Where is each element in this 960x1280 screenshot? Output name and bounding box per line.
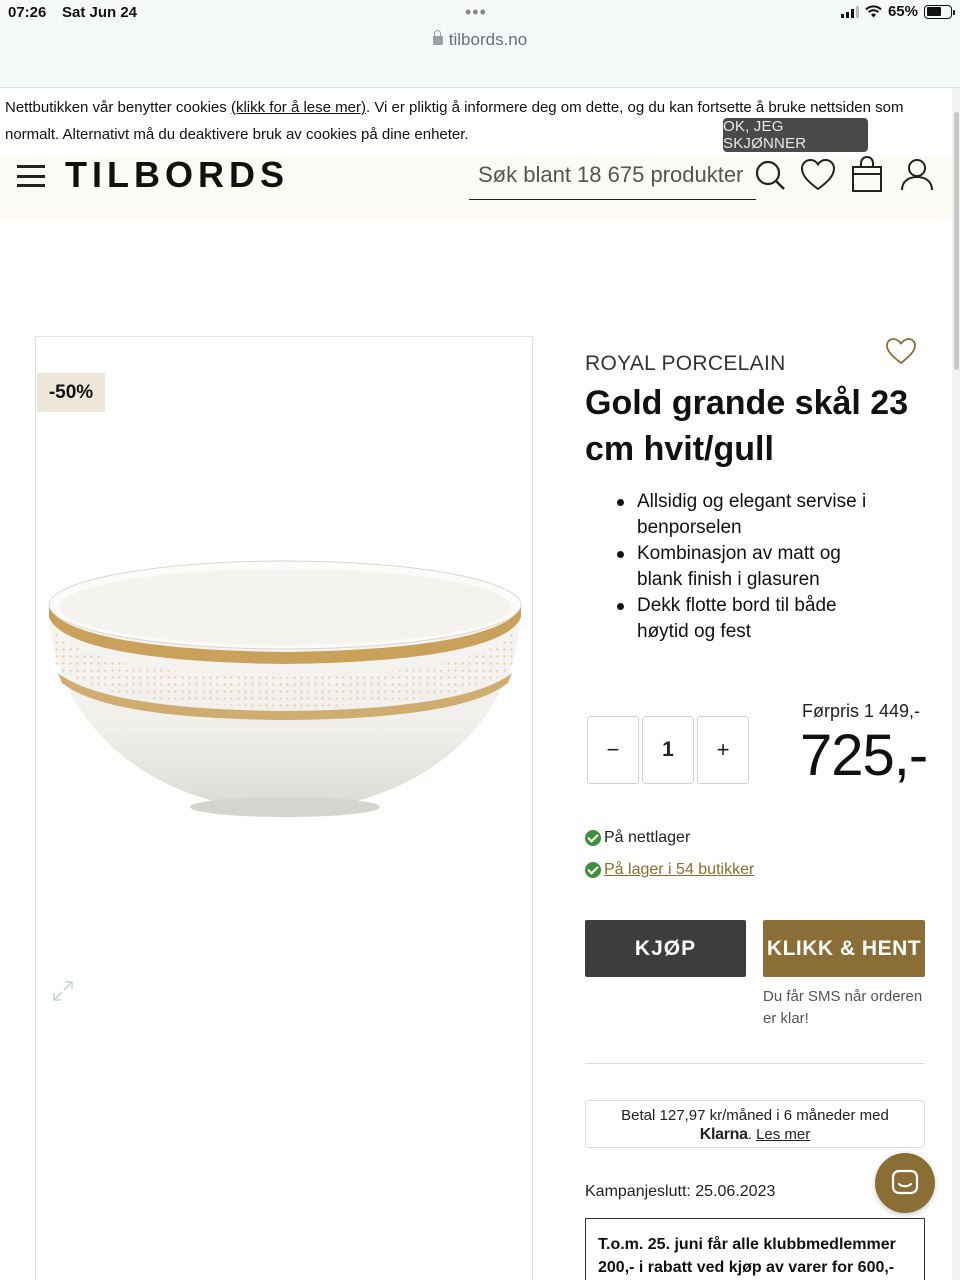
cookie-read-more-link[interactable]: (klikk for å lese mer) bbox=[231, 99, 366, 116]
expand-icon[interactable] bbox=[51, 979, 75, 1003]
user-icon[interactable] bbox=[898, 156, 936, 194]
search-icon[interactable] bbox=[751, 156, 789, 194]
cookie-accept-button[interactable]: OK, JEG SKJØNNER bbox=[723, 118, 868, 152]
address-bar[interactable]: tilbords.no bbox=[0, 30, 960, 50]
signal-icon bbox=[840, 5, 859, 18]
stock-online: På nettlager bbox=[585, 829, 690, 847]
check-icon bbox=[585, 830, 601, 846]
url-text: tilbords.no bbox=[448, 30, 528, 49]
browser-status-bar: 07:26 Sat Jun 24 ••• 65% tilbords.no bbox=[0, 0, 960, 88]
wishlist-heart-icon[interactable] bbox=[885, 337, 917, 365]
quantity-increase-button[interactable]: + bbox=[697, 716, 749, 784]
product-image-bowl[interactable] bbox=[46, 555, 524, 825]
klarna-separator: . bbox=[747, 1126, 752, 1143]
more-dots-icon[interactable]: ••• bbox=[465, 2, 487, 23]
klarna-logo: Klarna bbox=[699, 1126, 748, 1143]
sms-note: Du får SMS når orderen er klar! bbox=[763, 988, 923, 1027]
product-price: 725,- bbox=[800, 723, 928, 788]
campaign-end: Kampanjeslutt: 25.06.2023 bbox=[585, 1183, 776, 1200]
check-icon bbox=[585, 862, 601, 878]
bag-icon[interactable] bbox=[848, 156, 886, 194]
feature-item: Kombinasjon av matt og blank finish i gl… bbox=[613, 541, 883, 593]
product-brand[interactable]: ROYAL PORCELAIN bbox=[585, 352, 786, 376]
status-date: Sat Jun 24 bbox=[62, 4, 138, 21]
battery-percent: 65% bbox=[887, 3, 918, 20]
lock-icon bbox=[432, 30, 443, 45]
stock-online-label: På nettlager bbox=[604, 829, 691, 846]
klarna-box: Betal 127,97 kr/måned i 6 måneder med Kl… bbox=[585, 1100, 925, 1148]
quantity-input[interactable]: 1 bbox=[642, 716, 694, 784]
scrollbar-thumb[interactable] bbox=[954, 112, 959, 370]
divider bbox=[585, 1063, 925, 1064]
chat-icon bbox=[891, 1169, 919, 1195]
buy-button[interactable]: KJØP bbox=[585, 920, 746, 977]
quantity-stepper: − 1 + bbox=[587, 716, 749, 784]
search-input[interactable] bbox=[469, 156, 749, 194]
feature-item: Allsidig og elegant servise i benporsele… bbox=[613, 489, 883, 541]
klarna-text: Betal 127,97 kr/måned i 6 måneder med bbox=[621, 1107, 889, 1124]
discount-badge: -50% bbox=[37, 373, 105, 412]
status-indicators: 65% bbox=[840, 3, 955, 20]
product-features: Allsidig og elegant servise i benporsele… bbox=[613, 489, 883, 645]
product-title: Gold grande skål 23 cm hvit/gull bbox=[585, 384, 909, 468]
search-box bbox=[469, 156, 756, 200]
club-promo-box: T.o.m. 25. juni får alle klubbmedlemmer … bbox=[585, 1218, 925, 1280]
wifi-icon bbox=[865, 5, 882, 18]
site-logo[interactable]: TILBORDS bbox=[65, 154, 289, 196]
heart-icon[interactable] bbox=[799, 156, 837, 194]
cookie-text-start: Nettbutikken vår benytter cookies bbox=[5, 99, 231, 116]
status-time: 07:26 bbox=[8, 4, 47, 21]
menu-icon[interactable] bbox=[17, 165, 45, 187]
click-and-collect-button[interactable]: KLIKK & HENT bbox=[763, 920, 925, 977]
klarna-read-more-link[interactable]: Les mer bbox=[756, 1126, 810, 1143]
price-before: Førpris 1 449,- bbox=[802, 701, 921, 721]
product-image-gallery[interactable]: -50% bbox=[35, 336, 533, 1280]
stock-stores: På lager i 54 butikker bbox=[585, 861, 754, 879]
quantity-decrease-button[interactable]: − bbox=[587, 716, 639, 784]
feature-item: Dekk flotte bord til både høytid og fest bbox=[613, 593, 883, 645]
stock-stores-link[interactable]: På lager i 54 butikker bbox=[604, 861, 754, 879]
site-header: TILBORDS bbox=[0, 154, 952, 220]
battery-icon bbox=[924, 4, 955, 19]
chat-button[interactable] bbox=[875, 1153, 935, 1213]
